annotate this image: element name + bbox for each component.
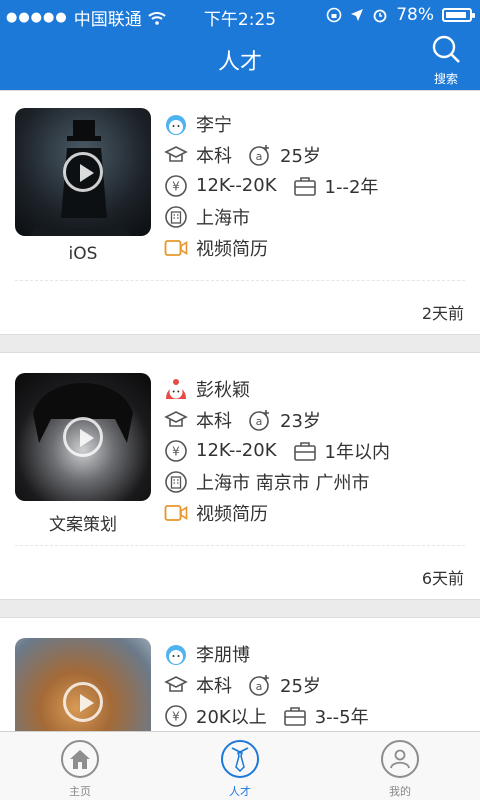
- salary-icon: ¥: [165, 704, 187, 727]
- candidate-name: 李朋博: [196, 644, 250, 666]
- salary: 12K--20K: [196, 175, 277, 196]
- age: 25岁: [280, 675, 321, 697]
- tab-talent-label: 人才: [229, 785, 251, 798]
- salary: 20K以上: [196, 706, 267, 728]
- location-arrow-icon: [351, 9, 364, 21]
- graduation-cap-icon: [164, 145, 188, 162]
- tab-mine-label: 我的: [389, 785, 411, 798]
- divider: [15, 545, 465, 546]
- job-title: 文案策划: [49, 515, 117, 535]
- home-icon: [70, 750, 90, 769]
- video-thumbnail[interactable]: [15, 108, 151, 236]
- rotation-lock-icon: [326, 7, 342, 23]
- candidate-card[interactable]: 李朋博 本科 a 25岁 ¥ 20K以上 3--5年: [0, 617, 480, 766]
- battery-icon: [442, 8, 475, 22]
- video-thumbnail[interactable]: [15, 373, 151, 501]
- age-icon: a: [249, 144, 269, 166]
- salary-icon: ¥: [165, 174, 187, 197]
- bottom-nav: 主页 人才 我的: [0, 731, 480, 800]
- tab-home-label: 主页: [69, 785, 91, 798]
- posted-time: 2天前: [421, 304, 464, 323]
- experience: 1--2年: [324, 176, 379, 198]
- education: 本科: [196, 675, 232, 697]
- svg-text:a: a: [256, 415, 263, 428]
- video-camera-icon: [164, 239, 188, 256]
- play-icon: [63, 152, 103, 192]
- play-icon: [63, 417, 103, 457]
- age: 25岁: [280, 145, 321, 167]
- video-camera-icon: [164, 504, 188, 521]
- age-icon: a: [249, 674, 269, 696]
- building-icon: [165, 205, 187, 228]
- page-title: 人才: [217, 50, 262, 75]
- boy-avatar-icon: [166, 644, 186, 665]
- user-icon: [390, 749, 410, 769]
- candidate-name: 李宁: [196, 114, 232, 136]
- tab-home[interactable]: 主页: [40, 740, 120, 799]
- boy-avatar-icon: [166, 114, 186, 135]
- search-button[interactable]: 搜索: [426, 34, 466, 87]
- candidate-name: 彭秋颖: [196, 379, 250, 401]
- candidate-card[interactable]: iOS 李宁 本科 a 25岁 ¥ 12K--20K 1--2年 上海市 视频简…: [0, 90, 480, 335]
- salary-icon: ¥: [165, 439, 187, 462]
- candidate-card[interactable]: 文案策划 彭秋颖 本科 a 23岁 ¥ 12K--20K 1年以内 上海市 南京…: [0, 352, 480, 600]
- building-icon: [165, 470, 187, 493]
- svg-text:¥: ¥: [172, 179, 180, 193]
- svg-text:¥: ¥: [172, 709, 180, 723]
- experience: 3--5年: [314, 706, 369, 728]
- girl-avatar-icon: [166, 378, 186, 399]
- age: 23岁: [280, 410, 321, 432]
- age-icon: a: [249, 409, 269, 431]
- battery-percent: 78%: [396, 5, 434, 25]
- tie-icon: [231, 747, 249, 772]
- home-tab-circle: [61, 740, 99, 778]
- svg-text:¥: ¥: [172, 444, 180, 458]
- search-icon: [432, 35, 460, 63]
- location: 上海市 南京市 广州市: [196, 472, 370, 494]
- status-bar: ●●●●● 中国联通 下午2:25 78%: [0, 0, 480, 30]
- briefcase-icon: [293, 176, 316, 196]
- education: 本科: [196, 410, 232, 432]
- briefcase-icon: [293, 441, 316, 461]
- divider: [15, 280, 465, 281]
- job-title: iOS: [68, 244, 98, 264]
- video-resume-link[interactable]: 视频简历: [196, 500, 268, 526]
- top-bar: ●●●●● 中国联通 下午2:25 78% 人才 搜索: [0, 0, 480, 90]
- mine-tab-circle: [381, 740, 419, 778]
- search-label: 搜索: [433, 72, 458, 86]
- tab-talent[interactable]: 人才: [200, 740, 280, 799]
- graduation-cap-icon: [164, 675, 188, 692]
- video-resume-link[interactable]: 视频简历: [196, 235, 268, 261]
- briefcase-icon: [283, 706, 306, 726]
- education: 本科: [196, 145, 232, 167]
- salary: 12K--20K: [196, 440, 277, 461]
- location: 上海市: [196, 207, 250, 229]
- talent-tab-circle: [221, 740, 259, 778]
- tab-mine[interactable]: 我的: [360, 740, 440, 799]
- play-icon: [63, 682, 103, 722]
- svg-text:a: a: [256, 150, 263, 163]
- alarm-icon: [373, 9, 387, 23]
- svg-text:a: a: [256, 680, 263, 693]
- graduation-cap-icon: [164, 410, 188, 427]
- posted-time: 6天前: [421, 569, 464, 588]
- experience: 1年以内: [324, 441, 390, 463]
